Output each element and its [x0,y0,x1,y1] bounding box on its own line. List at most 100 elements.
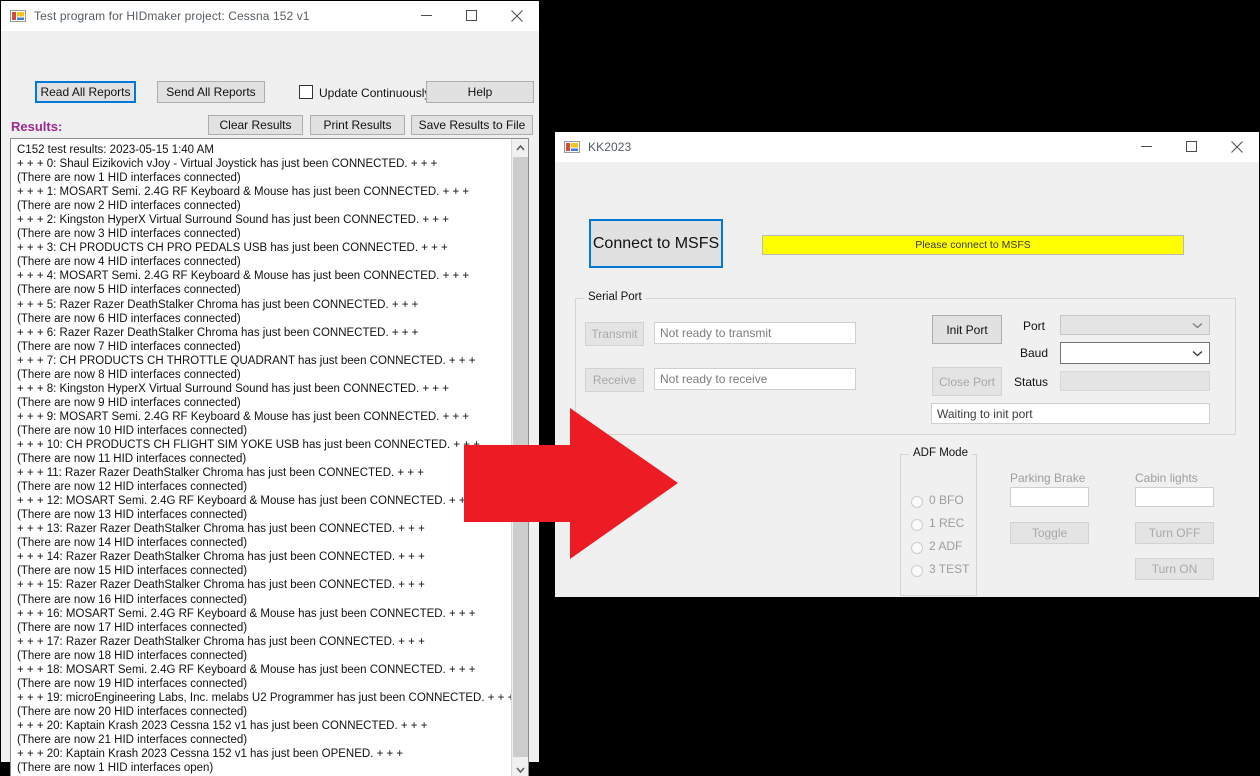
window1-body: Read All Reports Send All Reports Update… [1,31,539,776]
log-line: (There are now 12 HID interfaces connect… [17,481,248,494]
save-results-to-file-button[interactable]: Save Results to File [411,115,533,135]
log-line: + + + 2: Kingston HyperX Virtual Surroun… [17,214,449,227]
log-line: + + + 3: CH PRODUCTS CH PRO PEDALS USB h… [17,242,448,255]
window1-title: Test program for HIDmaker project: Cessn… [34,8,310,23]
connect-to-msfs-button[interactable]: Connect to MSFS [589,219,723,268]
log-line: + + + 16: MOSART Semi. 2.4G RF Keyboard … [17,607,476,620]
results-textbox[interactable]: C152 test results: 2023-05-15 1:40 AM + +… [10,138,529,776]
parking-brake-label: Parking Brake [1010,471,1086,485]
window2-controls [1124,132,1259,162]
scroll-down-icon[interactable] [512,761,528,776]
log-line: + + + 20: Kaptain Krash 2023 Cessna 152 … [17,748,404,761]
scroll-up-icon[interactable] [512,139,528,156]
log-line: (There are now 1 HID interfaces open) [17,762,214,775]
log-line: (There are now 18 HID interfaces connect… [17,649,248,662]
log-line: (There are now 1 HID interfaces connecte… [17,172,241,185]
parking-brake-toggle-button[interactable]: Toggle [1010,522,1089,544]
status-label: Status [1014,375,1049,389]
serial-message-field: Waiting to init port [931,403,1210,424]
log-line: + + + 5: Razer Razer DeathStalker Chroma… [17,298,419,311]
log-line: + + + 1: MOSART Semi. 2.4G RF Keyboard &… [17,186,470,199]
msfs-status-banner: Please connect to MSFS [762,235,1184,255]
red-right-arrow-icon [464,408,678,559]
cabin-lights-label: Cabin lights [1135,471,1198,485]
log-line: + + + 20: Kaptain Krash 2023 Cessna 152 … [17,719,428,732]
log-line: (There are now 10 HID interfaces connect… [17,424,248,437]
log-line: (There are now 13 HID interfaces connect… [17,509,248,522]
cabin-lights-turn-off-button[interactable]: Turn OFF [1135,522,1214,544]
minimize-button[interactable] [1124,132,1169,162]
log-line: + + + 7: CH PRODUCTS CH THROTTLE QUADRAN… [17,354,476,367]
log-line: + + + 0: Shaul Eizikovich vJoy - Virtual… [17,158,438,171]
log-line: + + + 15: Razer Razer DeathStalker Chrom… [17,579,425,592]
log-line: (There are now 8 HID interfaces connecte… [17,368,241,381]
transmit-status-field: Not ready to transmit [654,322,856,344]
log-line: + + + 17: Razer Razer DeathStalker Chrom… [17,635,425,648]
log-line: (There are now 9 HID interfaces connecte… [17,396,241,409]
maximize-button[interactable] [449,1,494,31]
send-all-reports-button[interactable]: Send All Reports [157,81,265,103]
print-results-button[interactable]: Print Results [310,115,405,135]
log-line: + + + 11: Razer Razer DeathStalker Chrom… [17,467,424,480]
close-button[interactable] [494,1,539,31]
log-line: + + + 14: Razer Razer DeathStalker Chrom… [17,551,425,564]
screen: Test program for HIDmaker project: Cessn… [0,0,1260,776]
log-line: + + + 19: microEngineering Labs, Inc. me… [17,691,515,704]
init-port-button[interactable]: Init Port [932,315,1002,344]
parking-brake-field [1010,487,1089,507]
window1-controls [404,1,539,31]
update-continuously-checkbox[interactable] [299,85,313,99]
baud-select[interactable] [1060,342,1210,364]
log-line: (There are now 14 HID interfaces connect… [17,537,248,550]
log-line: (There are now 5 HID interfaces connecte… [17,284,241,297]
log-line: + + + 13: Razer Razer DeathStalker Chrom… [17,523,425,536]
adf-radio-1[interactable] [911,519,923,531]
log-line: + + + 9: MOSART Semi. 2.4G RF Keyboard &… [17,410,470,423]
log-line: (There are now 19 HID interfaces connect… [17,677,248,690]
clear-results-button[interactable]: Clear Results [208,115,303,135]
adf-radio-3[interactable] [911,565,923,577]
baud-label: Baud [1020,346,1049,360]
close-button[interactable] [1214,132,1259,162]
port-select[interactable] [1060,315,1210,335]
update-continuously-label: Update Continuously [319,86,431,100]
cabin-lights-turn-on-button[interactable]: Turn ON [1135,558,1214,580]
log-line: (There are now 7 HID interfaces connecte… [17,340,241,353]
adf-option-label-2: 2 ADF [929,539,963,553]
adf-option-label-3: 3 TEST [929,562,970,576]
read-all-reports-button[interactable]: Read All Reports [35,81,136,103]
adf-radio-2[interactable] [911,542,923,554]
log-line: (There are now 3 HID interfaces connecte… [17,228,241,241]
adf-radio-0[interactable] [911,496,923,508]
adf-mode-group: ADF Mode 0 BFO 1 REC 2 ADF 3 TEST [900,447,977,596]
transmit-button[interactable]: Transmit [585,322,644,346]
window1-titlebar[interactable]: Test program for HIDmaker project: Cessn… [1,1,539,31]
log-line: (There are now 20 HID interfaces connect… [17,705,248,718]
serial-status-field [1060,371,1210,391]
log-line: (There are now 17 HID interfaces connect… [17,621,248,634]
adf-option-label-1: 1 REC [929,516,965,530]
adf-option-label-0: 0 BFO [929,493,964,507]
log-line: (There are now 4 HID interfaces connecte… [17,256,241,269]
receive-button[interactable]: Receive [585,368,644,392]
help-button[interactable]: Help [426,81,534,103]
app-icon [564,139,580,155]
log-line: + + + 10: CH PRODUCTS CH FLIGHT SIM YOKE… [17,438,480,451]
log-line: + + + 8: Kingston HyperX Virtual Surroun… [17,382,449,395]
log-line: (There are now 16 HID interfaces connect… [17,593,248,606]
window2-titlebar[interactable]: KK2023 [555,132,1259,162]
log-line: (There are now 21 HID interfaces connect… [17,733,248,746]
log-line: + + + 4: MOSART Semi. 2.4G RF Keyboard &… [17,270,470,283]
app-icon [10,8,26,24]
port-label: Port [1023,319,1046,333]
results-log: C152 test results: 2023-05-15 1:40 AM + +… [17,143,515,775]
close-port-button[interactable]: Close Port [932,367,1002,396]
log-line: C152 test results: 2023-05-15 1:40 AM [17,144,214,156]
log-line: + + + 18: MOSART Semi. 2.4G RF Keyboard … [17,663,476,676]
minimize-button[interactable] [404,1,449,31]
hidmaker-test-window: Test program for HIDmaker project: Cessn… [0,0,540,776]
maximize-button[interactable] [1169,132,1214,162]
cabin-lights-field [1135,487,1214,507]
log-line: + + + 6: Razer Razer DeathStalker Chroma… [17,326,419,339]
receive-status-field: Not ready to receive [654,368,856,390]
